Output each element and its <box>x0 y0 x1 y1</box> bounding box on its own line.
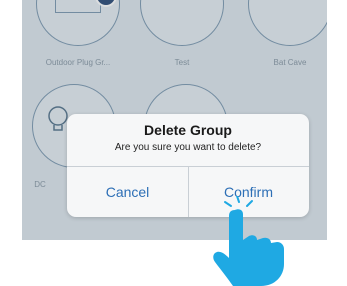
cancel-button[interactable]: Cancel <box>67 167 188 217</box>
dialog-title: Delete Group <box>144 122 232 138</box>
app-screenshot: Outdoor Plug Gr... Test Bat Cave DC Dele… <box>0 0 347 286</box>
tap-hand-icon <box>213 196 284 286</box>
dialog-message: Are you sure you want to delete? <box>114 142 262 153</box>
